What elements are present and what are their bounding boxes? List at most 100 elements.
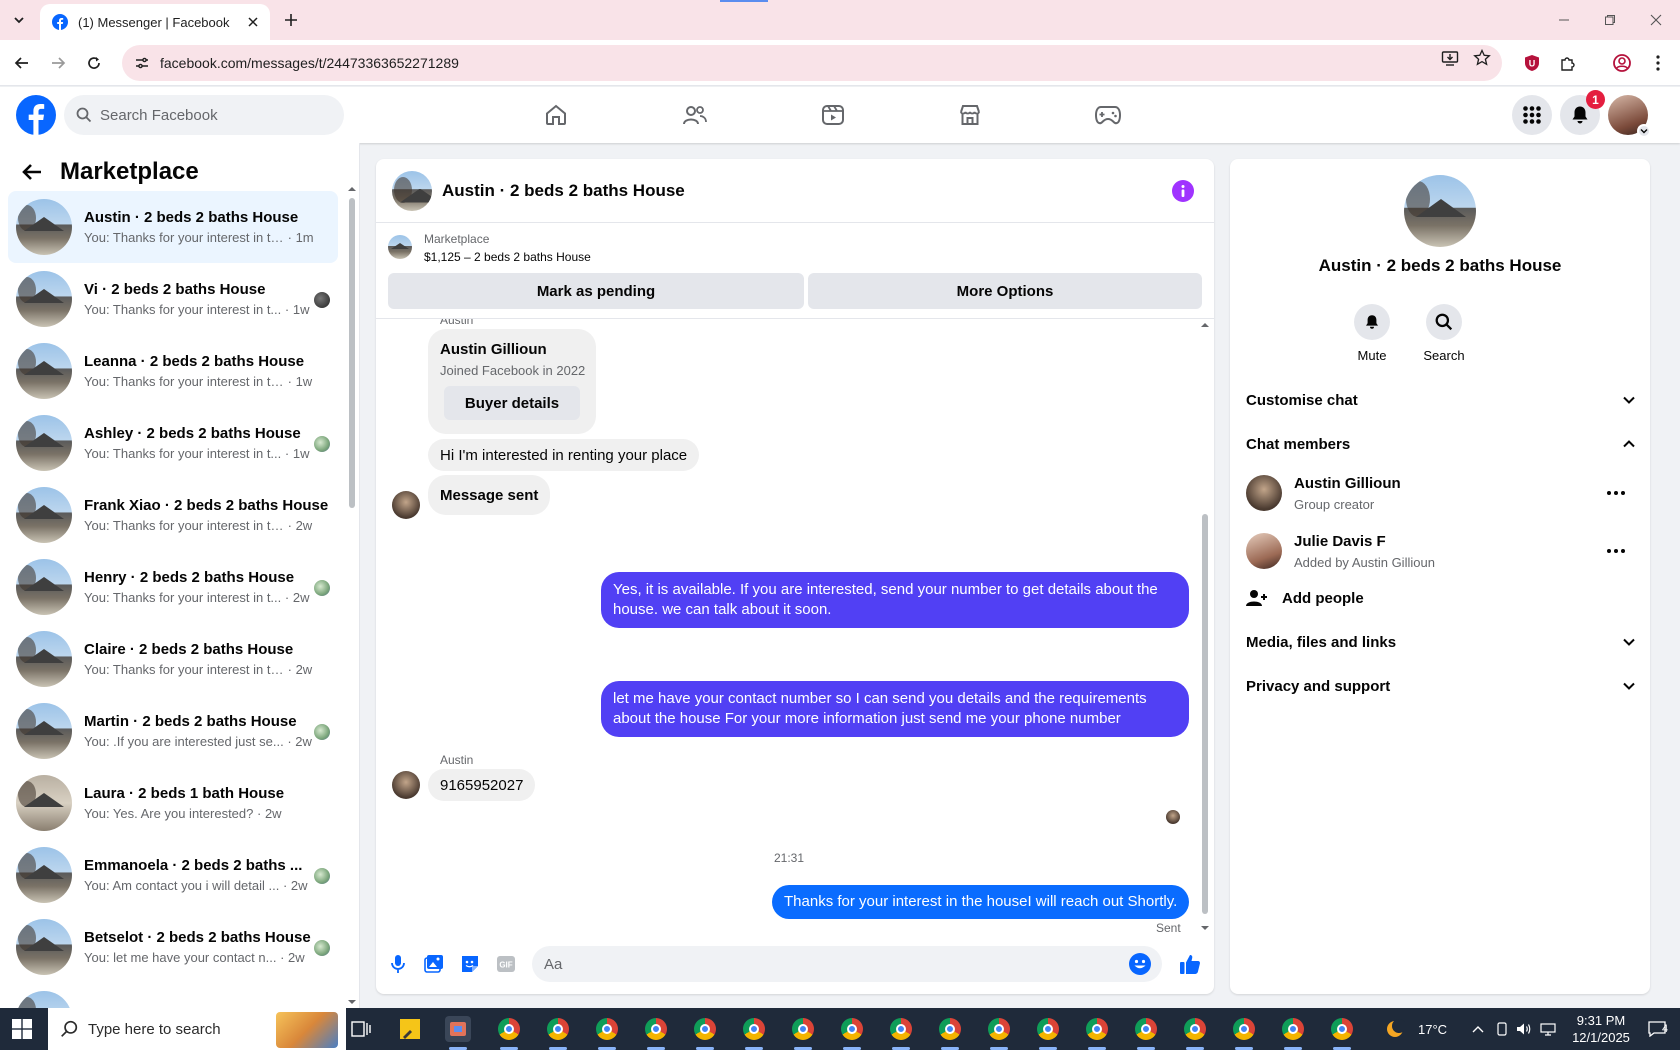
chat-members-section[interactable]: Chat members bbox=[1246, 428, 1636, 460]
chat-list-item[interactable]: Austin · 2 beds 2 baths House You: Thanks… bbox=[8, 191, 338, 263]
chat-list-scroll-thumb[interactable] bbox=[349, 198, 355, 508]
gif-button[interactable]: GIF bbox=[494, 952, 518, 976]
profile-button[interactable] bbox=[1610, 51, 1634, 75]
scroll-down-icon[interactable] bbox=[348, 998, 356, 1006]
taskbar-chrome-window[interactable] bbox=[1084, 1016, 1110, 1042]
facebook-search-bar[interactable] bbox=[64, 95, 344, 135]
outgoing-message[interactable]: let me have your contact number so I can… bbox=[601, 681, 1189, 737]
privacy-support-section[interactable]: Privacy and support bbox=[1246, 670, 1636, 702]
chat-list-item[interactable]: Henry · 2 beds 2 baths House You: Thanks … bbox=[8, 551, 338, 623]
address-bar[interactable]: facebook.com/messages/t/2447336365227128… bbox=[122, 45, 1502, 81]
taskbar-chrome-window[interactable] bbox=[1035, 1016, 1061, 1042]
mark-as-pending-button[interactable]: Mark as pending bbox=[388, 273, 804, 309]
emoji-icon[interactable] bbox=[1128, 952, 1152, 976]
listing-price[interactable]: $1,125 – 2 beds 2 baths House bbox=[424, 250, 591, 264]
taskbar-chrome-window[interactable] bbox=[1329, 1016, 1355, 1042]
network-button[interactable] bbox=[1540, 1021, 1556, 1037]
taskbar-chrome-window[interactable] bbox=[594, 1016, 620, 1042]
avatar[interactable] bbox=[1246, 533, 1282, 569]
scroll-up-icon[interactable] bbox=[348, 185, 356, 193]
message-input-field[interactable] bbox=[532, 946, 1162, 982]
new-tab-button[interactable] bbox=[280, 9, 302, 31]
mute-action[interactable]: Mute bbox=[1342, 304, 1402, 363]
avatar[interactable] bbox=[1246, 475, 1282, 511]
chat-list-item[interactable]: Vi · 2 beds 2 baths House You: Thanks for… bbox=[8, 263, 338, 335]
outgoing-message[interactable]: Yes, it is available. If you are interes… bbox=[601, 572, 1189, 628]
taskbar-chrome-window[interactable] bbox=[692, 1016, 718, 1042]
incoming-message[interactable]: Message sent bbox=[428, 475, 551, 515]
extensions-button[interactable] bbox=[1556, 51, 1580, 75]
more-options-button[interactable]: More Options bbox=[808, 273, 1202, 309]
facebook-logo-icon[interactable] bbox=[16, 95, 56, 135]
windows-search-box[interactable] bbox=[48, 1008, 346, 1050]
scroll-down-icon[interactable] bbox=[1201, 924, 1209, 932]
customise-chat-section[interactable]: Customise chat bbox=[1246, 384, 1636, 416]
scroll-up-icon[interactable] bbox=[1201, 321, 1209, 329]
volume-button[interactable] bbox=[1516, 1021, 1532, 1037]
nav-home[interactable] bbox=[528, 97, 584, 133]
mute-button[interactable] bbox=[1354, 304, 1390, 340]
taskbar-chrome-window[interactable] bbox=[496, 1016, 522, 1042]
weather-temperature[interactable]: 17°C bbox=[1418, 1022, 1447, 1037]
member-options-button[interactable] bbox=[1604, 541, 1628, 561]
media-files-section[interactable]: Media, files and links bbox=[1246, 626, 1636, 658]
member-options-button[interactable] bbox=[1604, 483, 1628, 503]
member-row[interactable]: Julie Davis F Added by Austin Gillioun bbox=[1246, 527, 1636, 575]
sticker-button[interactable] bbox=[458, 952, 482, 976]
clock-date[interactable]: 12/1/2025 bbox=[1570, 1030, 1632, 1045]
chat-list-item[interactable]: Trey · 2 beds 2 baths House bbox=[8, 983, 338, 1008]
facebook-search-input[interactable] bbox=[100, 106, 320, 124]
conversation-avatar[interactable] bbox=[392, 170, 432, 211]
forward-button[interactable] bbox=[46, 51, 70, 75]
tray-device-icon[interactable] bbox=[1494, 1021, 1510, 1037]
incoming-message[interactable]: Hi I'm interested in renting your place bbox=[428, 439, 700, 471]
tab-close-button[interactable] bbox=[244, 13, 262, 31]
taskbar-chrome-window[interactable] bbox=[1231, 1016, 1257, 1042]
taskbar-chrome-window[interactable] bbox=[986, 1016, 1012, 1042]
taskbar-chrome-window[interactable] bbox=[937, 1016, 963, 1042]
windows-search-input[interactable] bbox=[88, 1020, 238, 1038]
conversation-scrollbar[interactable] bbox=[1200, 319, 1210, 934]
tab-search-button[interactable] bbox=[8, 9, 30, 31]
chat-list-item[interactable]: Laura · 2 beds 1 bath House You: Yes. Are… bbox=[8, 767, 338, 839]
chat-list-item[interactable]: Frank Xiao · 2 beds 2 baths House You: Th… bbox=[8, 479, 338, 551]
taskbar-chrome-window[interactable] bbox=[545, 1016, 571, 1042]
member-name[interactable]: Austin Gillioun bbox=[1294, 475, 1401, 492]
back-to-chats-button[interactable] bbox=[18, 158, 46, 186]
bookmark-button[interactable] bbox=[1472, 48, 1492, 68]
nav-friends[interactable] bbox=[667, 97, 723, 133]
voice-clip-button[interactable] bbox=[386, 952, 410, 976]
chat-list-scrollbar[interactable] bbox=[348, 183, 356, 1008]
send-like-button[interactable] bbox=[1178, 952, 1202, 976]
site-info-icon[interactable] bbox=[132, 53, 152, 73]
message-input[interactable] bbox=[544, 955, 1104, 973]
incoming-message[interactable]: 9165952027 bbox=[428, 769, 536, 801]
taskbar-chrome-window[interactable] bbox=[839, 1016, 865, 1042]
taskbar-pinned-app[interactable] bbox=[445, 1016, 471, 1042]
clock-time[interactable]: 9:31 PM bbox=[1573, 1013, 1629, 1028]
search-action[interactable]: Search bbox=[1414, 304, 1474, 363]
chat-list-item[interactable]: Ashley · 2 beds 2 baths House You: Thanks… bbox=[8, 407, 338, 479]
search-in-chat-button[interactable] bbox=[1426, 304, 1462, 340]
reload-button[interactable] bbox=[82, 51, 106, 75]
member-name[interactable]: Julie Davis F bbox=[1294, 533, 1386, 550]
listing-thumbnail[interactable] bbox=[388, 235, 412, 259]
chat-list-item[interactable]: Martin · 2 beds 2 baths House You: .If yo… bbox=[8, 695, 338, 767]
buyer-details-button[interactable]: Buyer details bbox=[444, 386, 580, 420]
taskbar-sticky-notes[interactable] bbox=[397, 1016, 423, 1042]
ublock-extension-button[interactable]: U bbox=[1520, 51, 1544, 75]
chat-list-item[interactable]: Leanna · 2 beds 2 baths House You: Thanks… bbox=[8, 335, 338, 407]
attach-photo-button[interactable] bbox=[422, 952, 446, 976]
nav-video[interactable] bbox=[805, 97, 861, 133]
avatar[interactable] bbox=[392, 771, 420, 799]
menu-button[interactable] bbox=[1512, 95, 1552, 135]
show-hidden-icons-button[interactable] bbox=[1470, 1021, 1486, 1037]
action-center-button[interactable]: 4 bbox=[1640, 1021, 1674, 1037]
nav-marketplace[interactable] bbox=[942, 97, 998, 133]
taskbar-chrome-window[interactable] bbox=[1133, 1016, 1159, 1042]
install-app-button[interactable] bbox=[1440, 48, 1460, 68]
windows-start-icon[interactable] bbox=[12, 1019, 32, 1039]
taskbar-chrome-window[interactable] bbox=[643, 1016, 669, 1042]
avatar[interactable] bbox=[392, 491, 420, 519]
weather-moon-icon[interactable] bbox=[1385, 1019, 1405, 1039]
